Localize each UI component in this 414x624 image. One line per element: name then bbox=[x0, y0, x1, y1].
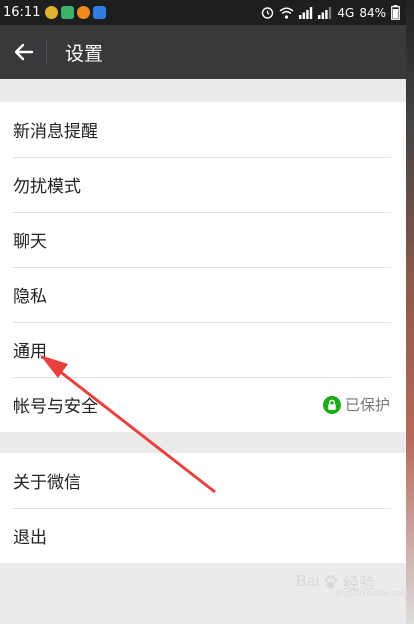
settings-item-label: 帐号与安全 bbox=[13, 397, 98, 417]
settings-item-chat[interactable]: 聊天 bbox=[0, 212, 406, 267]
settings-item-about-wechat[interactable]: 关于微信 bbox=[0, 453, 406, 508]
settings-item-label: 隐私 bbox=[13, 287, 47, 307]
settings-item-new-message-alert[interactable]: 新消息提醒 bbox=[0, 102, 406, 157]
settings-item-general[interactable]: 通用 bbox=[0, 322, 406, 377]
alarm-icon bbox=[262, 7, 274, 19]
app-notification-icon bbox=[93, 6, 107, 19]
lock-icon bbox=[322, 395, 341, 414]
app-notification-icon bbox=[77, 6, 91, 19]
page-title: 设置 bbox=[65, 42, 104, 65]
status-time: 16:11 bbox=[3, 5, 41, 20]
toolbar: 设置 bbox=[0, 25, 406, 79]
app-notification-icon bbox=[45, 6, 59, 19]
settings-item-label: 通用 bbox=[13, 342, 47, 362]
watermark-url: jingyan.baidu.com bbox=[336, 588, 409, 598]
settings-item-logout[interactable]: 退出 bbox=[0, 508, 406, 563]
wifi-icon bbox=[279, 7, 294, 19]
battery-percent: 84% bbox=[359, 5, 386, 20]
wechat-settings-screen: 16:11 4G 84% 设置 新消息提醒 勿扰模式 聊天 隐私 通用 帐号与安… bbox=[0, 0, 406, 624]
baidu-jingyan-watermark: Bai 经验 jingyan.baidu.com bbox=[296, 570, 409, 598]
settings-item-label: 退出 bbox=[13, 528, 47, 548]
settings-item-label: 勿扰模式 bbox=[13, 177, 81, 197]
settings-group-about: 关于微信 退出 bbox=[0, 453, 406, 563]
settings-item-account-security[interactable]: 帐号与安全 已保护 bbox=[0, 377, 406, 432]
signal-icon bbox=[318, 6, 332, 19]
settings-group-main: 新消息提醒 勿扰模式 聊天 隐私 通用 帐号与安全 已保护 bbox=[0, 102, 406, 432]
watermark-text: Bai bbox=[296, 573, 320, 590]
background-edge bbox=[406, 0, 414, 624]
settings-item-label: 新消息提醒 bbox=[13, 122, 98, 142]
toolbar-divider bbox=[46, 39, 47, 65]
battery-icon bbox=[391, 5, 400, 20]
status-right: 4G 84% bbox=[261, 5, 400, 20]
back-arrow-icon bbox=[14, 43, 34, 61]
status-left: 16:11 bbox=[3, 5, 109, 20]
status-bar: 16:11 4G 84% bbox=[0, 0, 406, 25]
protection-status-text: 已保护 bbox=[344, 396, 390, 414]
network-type: 4G bbox=[337, 5, 355, 20]
signal-icon bbox=[299, 6, 313, 19]
settings-item-do-not-disturb[interactable]: 勿扰模式 bbox=[0, 157, 406, 212]
settings-item-label: 关于微信 bbox=[13, 473, 81, 493]
settings-item-label: 聊天 bbox=[13, 232, 47, 252]
settings-item-privacy[interactable]: 隐私 bbox=[0, 267, 406, 322]
back-button[interactable] bbox=[0, 25, 48, 79]
app-notification-icon bbox=[61, 6, 75, 19]
account-protection-status: 已保护 bbox=[322, 394, 390, 415]
